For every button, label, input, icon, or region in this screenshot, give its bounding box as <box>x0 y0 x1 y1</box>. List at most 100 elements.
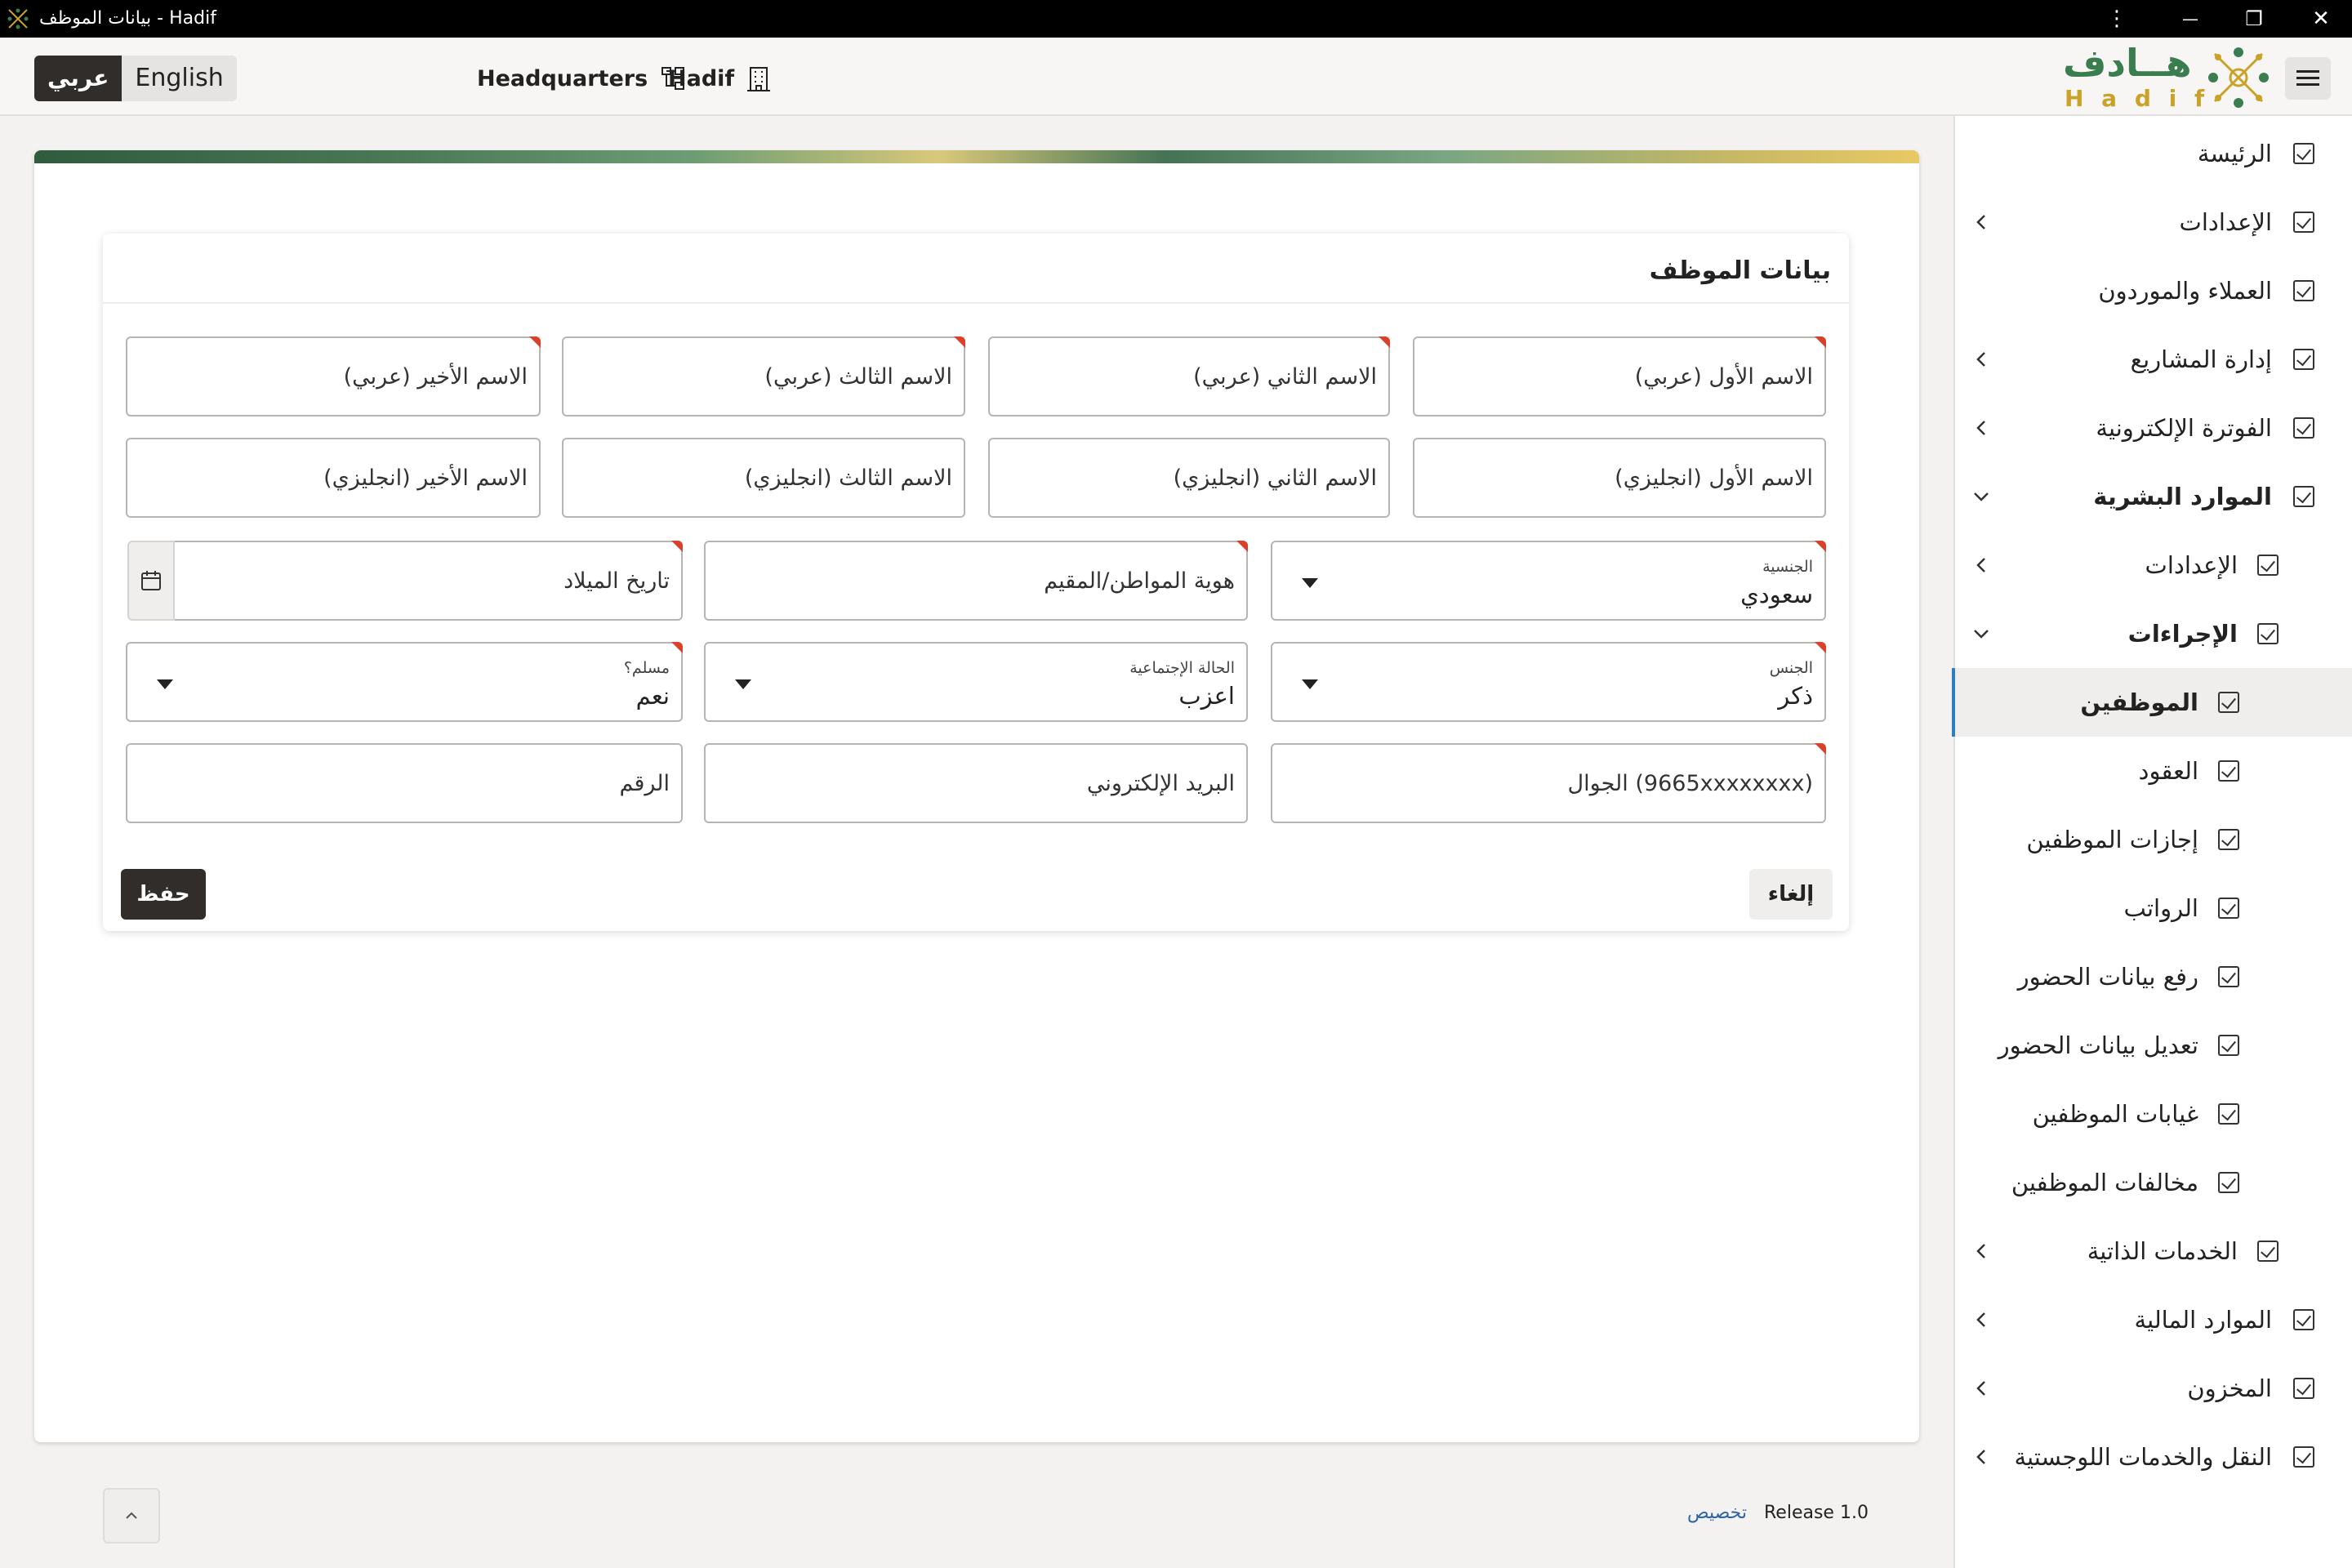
sidebar-nav: الرئيسة الإعدادات العملاء والموردون إدار… <box>1952 116 2352 1568</box>
lang-arabic-button[interactable]: عربي <box>34 56 122 101</box>
save-button[interactable]: حفظ <box>121 869 206 920</box>
sidebar-item-customers-suppliers[interactable]: العملاء والموردون <box>1953 256 2352 325</box>
chevron-left-icon <box>1976 215 1985 229</box>
restore-button[interactable]: ❐ <box>2216 0 2292 38</box>
chevron-left-icon <box>1976 352 1985 367</box>
gender-select[interactable]: الجنس ذكر <box>1271 642 1826 722</box>
hamburger-icon <box>2296 70 2319 73</box>
checkbox-icon <box>2293 1309 2314 1330</box>
sidebar-item-employees[interactable]: الموظفين <box>1952 668 2352 737</box>
sidebar-item-self-services[interactable]: الخدمات الذاتية <box>1953 1217 2352 1285</box>
checkbox-icon <box>2218 966 2239 987</box>
sidebar-item-logistics[interactable]: النقل والخدمات اللوجستية <box>1953 1423 2352 1491</box>
sidebar-item-settings[interactable]: الإعدادات <box>1953 188 2352 256</box>
form-title: بيانات الموظف <box>1649 256 1831 285</box>
hadif-logo: هــادف H a d i f <box>2056 41 2272 112</box>
muslim-select[interactable]: مسلم؟ نعم <box>126 642 683 722</box>
company-name: Hadif <box>668 65 735 91</box>
checkbox-icon <box>2293 349 2314 370</box>
national-id-input[interactable]: هوية المواطن/المقيم <box>704 541 1248 621</box>
checkbox-icon <box>2293 143 2314 164</box>
sidebar-item-e-invoicing[interactable]: الفوترة الإلكترونية <box>1953 394 2352 462</box>
chevron-up-icon <box>126 1512 137 1519</box>
sidebar-item-financial-resources[interactable]: الموارد المالية <box>1953 1285 2352 1354</box>
window-title: بيانات الموظف - Hadif <box>39 8 216 29</box>
checkbox-icon <box>2257 1241 2278 1262</box>
sidebar-item-hr-settings[interactable]: الإعدادات <box>1953 531 2352 599</box>
first-name-en-input[interactable]: الاسم الأول (انجليزي) <box>1413 438 1826 518</box>
chevron-left-icon <box>1976 1312 1985 1327</box>
second-name-ar-input[interactable]: الاسم الثاني (عربي) <box>988 336 1390 416</box>
checkbox-icon <box>2218 829 2239 850</box>
checkbox-icon <box>2293 486 2314 507</box>
checkbox-icon <box>2218 1035 2239 1056</box>
company-selector[interactable]: Hadif <box>668 62 772 95</box>
dropdown-caret-icon <box>1302 578 1318 588</box>
third-name-en-input[interactable]: الاسم الثالث (انجليزي) <box>562 438 965 518</box>
calendar-icon <box>141 571 161 590</box>
sidebar-item-inventory[interactable]: المخزون <box>1953 1354 2352 1423</box>
release-version: Release 1.0 <box>1764 1503 1869 1523</box>
logo-arabic-text: هــادف <box>2063 41 2192 85</box>
kebab-icon: ⋮ <box>2106 7 2127 31</box>
chevron-left-icon <box>1976 1244 1985 1258</box>
close-window-button[interactable]: ✕ <box>2283 0 2352 38</box>
menu-toggle-button[interactable] <box>2285 57 2331 100</box>
sidebar-item-contracts[interactable]: العقود <box>1953 737 2352 805</box>
sidebar-item-upload-attendance[interactable]: رفع بيانات الحضور <box>1953 942 2352 1011</box>
second-name-en-input[interactable]: الاسم الثاني (انجليزي) <box>988 438 1390 518</box>
building-icon <box>747 67 771 91</box>
dropdown-caret-icon <box>157 679 173 689</box>
nationality-select[interactable]: الجنسية سعودي <box>1271 541 1826 621</box>
sidebar-item-procedures[interactable]: الإجراءات <box>1953 599 2352 668</box>
logo-english-text: H a d i f <box>2065 85 2210 112</box>
last-name-ar-input[interactable]: الاسم الأخير (عربي) <box>126 336 541 416</box>
dropdown-caret-icon <box>735 679 751 689</box>
sidebar-item-human-resources[interactable]: الموارد البشرية <box>1953 462 2352 531</box>
chevron-down-icon <box>1974 492 1989 501</box>
customize-link[interactable]: تخصيص <box>1687 1503 1747 1523</box>
first-name-ar-input[interactable]: الاسم الأول (عربي) <box>1413 336 1826 416</box>
checkbox-icon <box>2293 1378 2314 1399</box>
branch-selector[interactable]: Headquarters <box>477 62 687 95</box>
chevron-left-icon <box>1976 558 1985 572</box>
chevron-left-icon <box>1976 1450 1985 1464</box>
chevron-down-icon <box>1974 630 1989 639</box>
checkbox-icon <box>2218 898 2239 919</box>
cancel-button[interactable]: إلغاء <box>1749 869 1833 920</box>
email-input[interactable]: البريد الإلكتروني <box>704 743 1248 823</box>
sidebar-item-employee-violations[interactable]: مخالفات الموظفين <box>1953 1148 2352 1217</box>
app-logo-icon <box>7 8 29 29</box>
checkbox-icon <box>2218 1172 2239 1193</box>
checkbox-icon <box>2218 760 2239 782</box>
chevron-left-icon <box>1976 421 1985 435</box>
language-switcher: عربي English <box>34 56 237 101</box>
sidebar-item-edit-attendance[interactable]: تعديل بيانات الحضور <box>1953 1011 2352 1080</box>
checkbox-icon <box>2293 212 2314 233</box>
sidebar-item-project-management[interactable]: إدارة المشاريع <box>1953 325 2352 394</box>
date-picker-button[interactable] <box>127 541 175 621</box>
checkbox-icon <box>2257 555 2278 576</box>
checkbox-icon <box>2293 280 2314 301</box>
third-name-ar-input[interactable]: الاسم الثالث (عربي) <box>562 336 965 416</box>
sidebar-item-employee-absences[interactable]: غيابات الموظفين <box>1953 1080 2352 1148</box>
marital-status-select[interactable]: الحالة الإجتماعية اعزب <box>704 642 1248 722</box>
lang-english-button[interactable]: English <box>122 56 237 101</box>
window-menu-button[interactable]: ⋮ <box>2079 0 2154 38</box>
restore-icon: ❐ <box>2245 7 2263 30</box>
checkbox-icon <box>2293 1446 2314 1468</box>
close-icon: ✕ <box>2312 7 2330 31</box>
sidebar-item-employee-leaves[interactable]: إجازات الموظفين <box>1953 805 2352 874</box>
mobile-input[interactable]: الجوال (9665xxxxxxxx) <box>1271 743 1826 823</box>
checkbox-icon <box>2293 417 2314 439</box>
number-input[interactable]: الرقم <box>126 743 683 823</box>
checkbox-icon <box>2257 623 2278 644</box>
sidebar-item-home[interactable]: الرئيسة <box>1953 119 2352 188</box>
birth-date-input[interactable]: تاريخ الميلاد <box>172 541 683 621</box>
dropdown-caret-icon <box>1302 679 1318 689</box>
sidebar-item-payroll[interactable]: الرواتب <box>1953 874 2352 942</box>
divider <box>103 302 1849 304</box>
scroll-to-top-button[interactable] <box>103 1488 160 1544</box>
decorative-banner <box>34 150 1919 163</box>
last-name-en-input[interactable]: الاسم الأخير (انجليزي) <box>126 438 541 518</box>
